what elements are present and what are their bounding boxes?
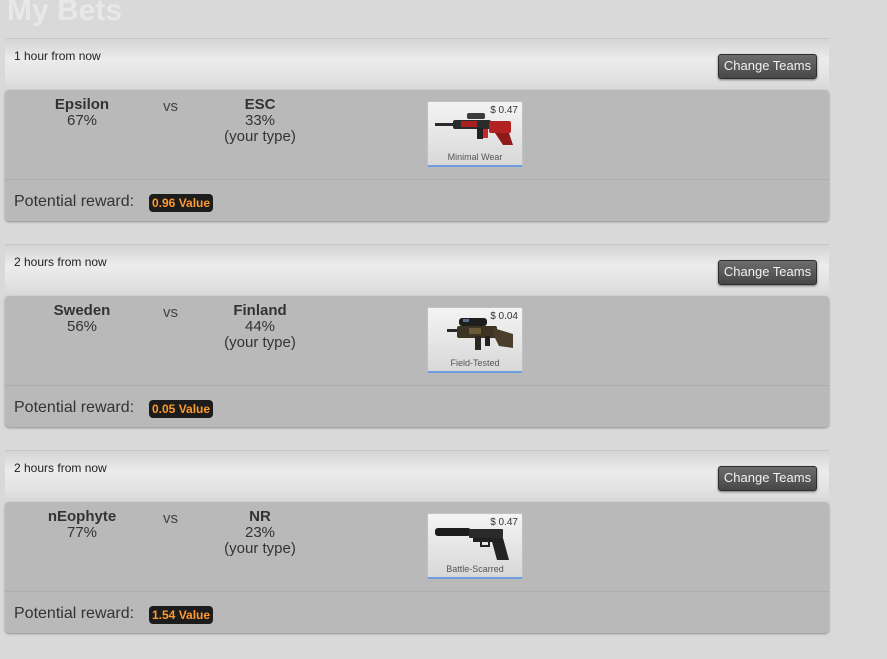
- bet-time: 1 hour from now: [14, 49, 101, 63]
- team-2-percent: 33%: [244, 112, 276, 129]
- bet-time: 2 hours from now: [14, 255, 107, 269]
- change-teams-button[interactable]: Change Teams: [718, 54, 817, 79]
- your-type-note: (your type): [224, 540, 296, 557]
- potential-reward-label: Potential reward:: [14, 605, 135, 622]
- divider: [5, 385, 829, 386]
- team-2-name: ESC: [244, 96, 276, 113]
- team-1: nEophyte 77%: [42, 509, 122, 541]
- change-teams-button[interactable]: Change Teams: [718, 466, 817, 491]
- team-2-name: Finland: [233, 302, 287, 319]
- your-type-note: (your type): [224, 334, 296, 351]
- bet-body: Epsilon 67% vs ESC 33% (your type) $ 0.4…: [5, 90, 829, 221]
- reward-value-badge: 0.05 Value: [149, 400, 214, 418]
- team-2-name: NR: [249, 508, 271, 525]
- team-2-percent: 23%: [244, 524, 276, 541]
- page-title: My Bets: [7, 0, 123, 27]
- change-teams-button[interactable]: Change Teams: [718, 260, 817, 285]
- team-2-percent: 44%: [244, 318, 276, 335]
- vs-label: vs: [163, 98, 178, 115]
- item-wear: Battle-Scarred: [446, 564, 504, 574]
- vs-label: vs: [163, 304, 178, 321]
- bet-item[interactable]: $ 0.04 Field-Tested: [427, 307, 523, 373]
- bet-card: 2 hours from now Change Teams nEophyte 7…: [5, 450, 829, 633]
- team-1-name: Epsilon: [54, 96, 110, 113]
- team-1-name: Sweden: [53, 302, 111, 319]
- team-2: NR 23% (your type): [215, 509, 305, 557]
- bet-header: 2 hours from now Change Teams: [5, 244, 829, 297]
- team-1: Epsilon 67%: [42, 97, 122, 129]
- item-wear: Minimal Wear: [447, 152, 503, 162]
- usp-pistol-icon: [435, 528, 509, 560]
- divider: [5, 179, 829, 180]
- team-1-percent: 77%: [66, 524, 98, 541]
- bet-card: 1 hour from now Change Teams Epsilon 67%…: [5, 38, 829, 221]
- potential-reward-label: Potential reward:: [14, 193, 135, 210]
- potential-reward-label: Potential reward:: [14, 399, 135, 416]
- scar-rifle-icon: [447, 318, 513, 350]
- bet-header: 1 hour from now Change Teams: [5, 38, 829, 91]
- bet-item[interactable]: $ 0.47 Battle-Scarred: [427, 513, 523, 579]
- bet-item[interactable]: $ 0.47 Minimal Wear: [427, 101, 523, 167]
- item-wear: Field-Tested: [450, 358, 500, 368]
- divider: [5, 591, 829, 592]
- vs-label: vs: [163, 510, 178, 527]
- bet-body: nEophyte 77% vs NR 23% (your type) $ 0.4…: [5, 502, 829, 633]
- bet-body: Sweden 56% vs Finland 44% (your type) $ …: [5, 296, 829, 427]
- team-1-percent: 56%: [66, 318, 98, 335]
- bet-card: 2 hours from now Change Teams Sweden 56%…: [5, 244, 829, 427]
- team-1-name: nEophyte: [47, 508, 117, 525]
- reward-value-badge: 1.54 Value: [149, 606, 214, 624]
- your-type-note: (your type): [224, 128, 296, 145]
- team-2: Finland 44% (your type): [215, 303, 305, 351]
- team-1-percent: 67%: [66, 112, 98, 129]
- bet-header: 2 hours from now Change Teams: [5, 450, 829, 503]
- aug-rifle-icon: [435, 113, 513, 145]
- bet-time: 2 hours from now: [14, 461, 107, 475]
- reward-value-badge: 0.96 Value: [149, 194, 214, 212]
- team-1: Sweden 56%: [42, 303, 122, 335]
- team-2: ESC 33% (your type): [215, 97, 305, 145]
